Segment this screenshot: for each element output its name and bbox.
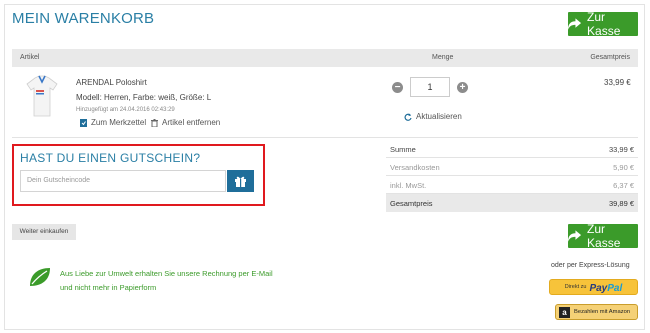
product-name[interactable]: ARENDAL Poloshirt <box>76 78 147 87</box>
shipping-label: Versandkosten <box>390 163 440 172</box>
checkout-button-top[interactable]: Zur Kasse <box>568 10 638 38</box>
eco-notice-line1: Aus Liebe zur Umwelt erhalten Sie unsere… <box>60 269 273 278</box>
wishlist-label: Zum Merkzettel <box>91 118 147 127</box>
summary-shipping-row: Versandkosten 5,90 € <box>386 158 638 176</box>
quantity-input[interactable]: 1 <box>410 77 450 97</box>
wishlist-link[interactable]: Zum Merkzettel <box>80 118 146 127</box>
paypal-direct-text: Direkt zu <box>564 284 587 290</box>
paypal-button[interactable]: Direkt zu PayPal <box>549 279 638 295</box>
quantity-increase-button[interactable]: + <box>457 82 468 93</box>
subtotal-value: 33,99 € <box>608 145 634 154</box>
summary-subtotal-row: Summe 33,99 € <box>386 140 638 158</box>
item-price: 33,99 € <box>604 78 631 87</box>
leaf-icon <box>28 266 52 288</box>
total-value: 39,89 € <box>608 199 634 208</box>
wishlist-icon <box>80 118 87 127</box>
continue-shopping-button[interactable]: Weiter einkaufen <box>12 224 76 240</box>
col-total: Gesamtpreis <box>590 54 630 61</box>
refresh-button[interactable]: Aktualisieren <box>404 112 462 121</box>
amazon-icon: a <box>559 306 570 318</box>
remove-item-link[interactable]: Artikel entfernen <box>151 118 220 127</box>
divider <box>12 137 638 138</box>
paypal-logo-pal: Pal <box>607 283 623 294</box>
col-article: Artikel <box>20 54 40 61</box>
voucher-title: HAST DU EINEN GUTSCHEIN? <box>20 151 201 165</box>
voucher-code-input[interactable]: Dein Gutscheincode <box>20 170 226 192</box>
express-label: oder per Express-Lösung <box>551 262 630 269</box>
amazon-pay-label: Bezahlen mit Amazon <box>574 309 631 315</box>
subtotal-label: Summe <box>390 145 416 154</box>
refresh-label: Aktualisieren <box>416 112 462 121</box>
voucher-submit-button[interactable] <box>227 170 254 192</box>
vat-label: inkl. MwSt. <box>390 181 427 190</box>
share-arrow-icon <box>568 230 582 242</box>
refresh-icon <box>404 113 412 121</box>
amazon-pay-button[interactable]: a Bezahlen mit Amazon <box>555 304 638 320</box>
share-arrow-icon <box>568 18 582 30</box>
vat-value: 6,37 € <box>613 181 634 190</box>
table-header: Artikel Menge Gesamtpreis <box>12 49 638 67</box>
product-image[interactable] <box>26 74 58 118</box>
paypal-logo-pay: Pay <box>589 283 608 294</box>
paypal-logo: PayPal <box>589 278 622 296</box>
product-added-date: Hinzugefügt am 24.04.2016 02:43:29 <box>76 107 175 113</box>
eco-notice: Aus Liebe zur Umwelt erhalten Sie unsere… <box>60 267 273 295</box>
page-title: MEIN WARENKORB <box>12 10 155 27</box>
checkout-button-label: Zur Kasse <box>587 222 621 250</box>
shipping-value: 5,90 € <box>613 163 634 172</box>
gift-icon <box>235 176 246 187</box>
quantity-decrease-button[interactable]: − <box>392 82 403 93</box>
checkout-button-bottom[interactable]: Zur Kasse <box>568 222 638 250</box>
summary-total-row: Gesamtpreis 39,89 € <box>386 194 638 212</box>
checkout-button-label: Zur Kasse <box>587 10 621 38</box>
total-label: Gesamtpreis <box>390 199 433 208</box>
col-quantity: Menge <box>432 54 454 61</box>
eco-notice-line2: und nicht mehr in Papierform <box>60 283 157 292</box>
summary-vat-row: inkl. MwSt. 6,37 € <box>386 176 638 194</box>
remove-item-label: Artikel entfernen <box>162 118 221 127</box>
trash-icon <box>151 118 158 127</box>
product-details: Modell: Herren, Farbe: weiß, Größe: L <box>76 93 212 102</box>
